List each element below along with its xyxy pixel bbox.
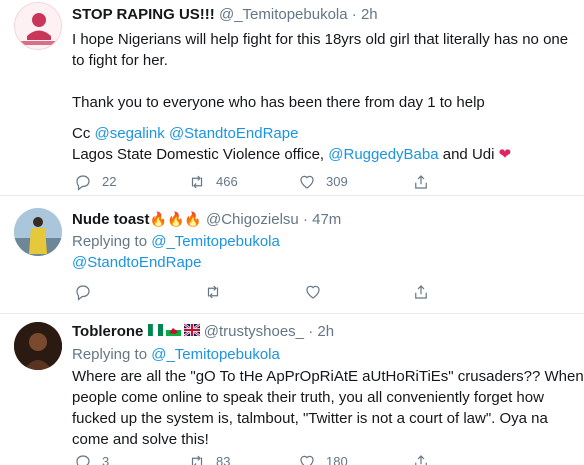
retweet-button[interactable] — [204, 282, 222, 302]
tweet-actions: 22 466 309 — [72, 172, 542, 192]
separator: · — [302, 211, 308, 228]
handle[interactable]: @_Temitopebukola — [219, 6, 348, 23]
reply-icon — [76, 455, 90, 465]
cc-label: Cc — [72, 125, 91, 142]
tweet-header: STOP RAPING US!!! @_Temitopebukola · 2h — [72, 5, 378, 25]
mention-link[interactable]: @segalink — [95, 125, 165, 142]
share-button[interactable] — [412, 452, 430, 465]
tweet-line: people come online to speak their truth,… — [72, 389, 544, 406]
share-icon — [415, 455, 427, 465]
retweet-icon — [191, 455, 203, 465]
reply-button[interactable] — [74, 282, 92, 302]
replying-to: Replying to @_Temitopebukola — [72, 345, 280, 365]
cc-line: Cc @segalink @StandtoEndRape — [72, 124, 298, 144]
display-name[interactable]: Toblerone — [72, 323, 143, 340]
tweet-3[interactable]: Toblerone @trustyshoes_ · 2h Replying to… — [0, 314, 584, 465]
tweet-actions — [72, 282, 542, 302]
heart-icon — [300, 455, 314, 465]
retweet-button[interactable]: 83 — [188, 452, 230, 465]
separator: · — [308, 323, 314, 340]
replying-label: Replying to — [72, 233, 148, 250]
tweet-1[interactable]: STOP RAPING US!!! @_Temitopebukola · 2h … — [0, 0, 584, 196]
tweet-actions: 3 83 180 — [72, 452, 542, 465]
tweet-header: Toblerone @trustyshoes_ · 2h — [72, 322, 334, 342]
like-button[interactable]: 309 — [298, 172, 348, 192]
tweet-text: Lagos State Domestic Violence office, — [72, 146, 325, 163]
avatar[interactable] — [14, 2, 62, 50]
tweet-line: come and solve this! — [72, 431, 209, 448]
like-count: 180 — [326, 454, 348, 465]
share-icon — [415, 175, 427, 189]
handle[interactable]: @trustyshoes_ — [204, 323, 304, 340]
retweet-count: 466 — [216, 174, 238, 189]
tweet-2[interactable]: Nude toast🔥🔥🔥 @Chigozielsu · 47m Replyin… — [0, 196, 584, 314]
fire-emoji: 🔥🔥🔥 — [149, 211, 202, 227]
avatar-image — [14, 208, 62, 256]
replying-label: Replying to — [72, 346, 148, 363]
retweet-icon — [191, 175, 203, 189]
tweet-line: fucked up the system is, talmbout, "Twit… — [72, 410, 548, 427]
like-count: 309 — [326, 174, 348, 189]
mention-link[interactable]: @_Temitopebukola — [151, 346, 280, 363]
timestamp[interactable]: 47m — [312, 211, 341, 228]
tweet-line: Where are all the "gO To tHe ApPrOpRiAtE… — [72, 368, 584, 385]
like-button[interactable] — [304, 282, 322, 302]
flag-emojis — [147, 323, 201, 337]
reply-button[interactable]: 22 — [74, 172, 116, 192]
display-name[interactable]: STOP RAPING US!!! — [72, 6, 215, 23]
timestamp[interactable]: 2h — [361, 6, 378, 23]
handle[interactable]: @Chigozielsu — [206, 211, 299, 228]
reply-button[interactable]: 3 — [74, 452, 109, 465]
separator: · — [351, 6, 357, 23]
mention-line: Lagos State Domestic Violence office, @R… — [72, 145, 511, 165]
reply-count: 3 — [102, 454, 110, 465]
heart-emoji: ❤ — [498, 146, 512, 163]
timestamp[interactable]: 2h — [317, 323, 334, 340]
reply-count: 22 — [102, 174, 117, 189]
avatar-image — [14, 322, 62, 370]
tweet-line: I hope Nigerians will help fight for thi… — [72, 31, 569, 48]
heart-icon — [300, 175, 314, 189]
avatar-image — [15, 3, 61, 49]
tweet-body: @StandtoEndRape — [72, 253, 202, 273]
heart-icon — [306, 285, 320, 299]
tweet-line: to fight for her. — [72, 52, 168, 69]
mention-link[interactable]: @RuggedyBaba — [328, 146, 438, 163]
display-name[interactable]: Nude toast — [72, 211, 150, 228]
like-button[interactable]: 180 — [298, 452, 348, 465]
reply-icon — [76, 285, 90, 301]
retweet-icon — [207, 285, 219, 299]
share-button[interactable] — [412, 282, 430, 302]
share-button[interactable] — [412, 172, 430, 192]
mention-link[interactable]: @StandtoEndRape — [169, 125, 299, 142]
avatar[interactable] — [14, 208, 62, 256]
retweet-count: 83 — [216, 454, 231, 465]
tweet-line: Thank you to everyone who has been there… — [72, 94, 485, 111]
mention-link[interactable]: @StandtoEndRape — [72, 254, 202, 271]
avatar[interactable] — [14, 322, 62, 370]
share-icon — [415, 285, 427, 299]
tweet-header: Nude toast🔥🔥🔥 @Chigozielsu · 47m — [72, 209, 341, 229]
mention-link[interactable]: @_Temitopebukola — [151, 233, 280, 250]
replying-to: Replying to @_Temitopebukola — [72, 232, 280, 252]
retweet-button[interactable]: 466 — [188, 172, 238, 192]
reply-icon — [76, 175, 90, 191]
tweet-text: and Udi — [442, 146, 495, 163]
